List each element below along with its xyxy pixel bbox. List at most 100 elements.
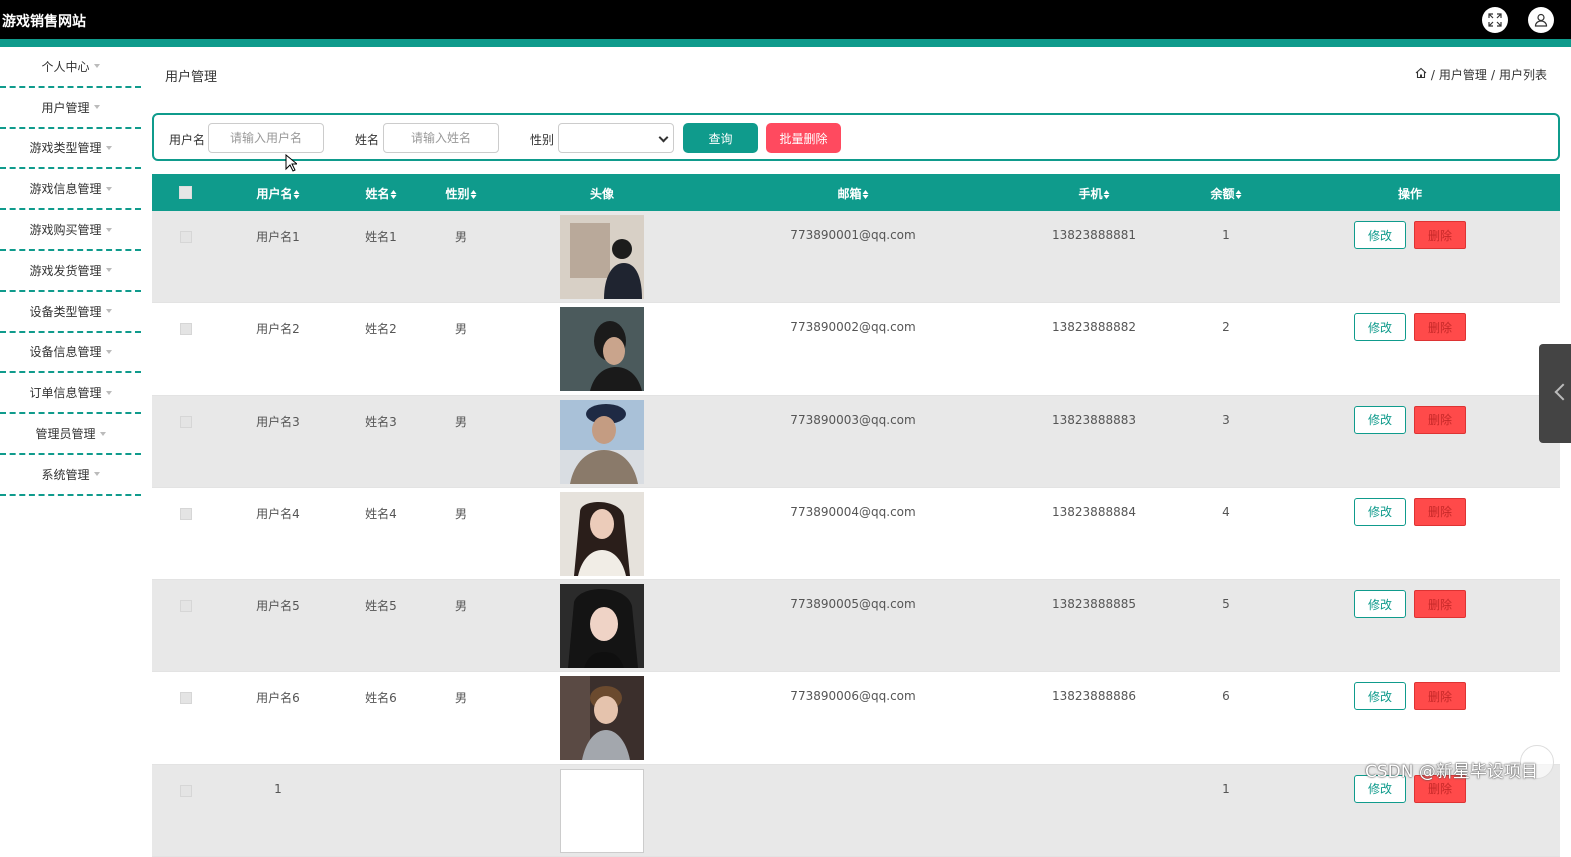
cell-name: 姓名4 bbox=[365, 506, 397, 521]
cell-username: 用户名3 bbox=[256, 414, 300, 429]
edit-button[interactable]: 修改 bbox=[1354, 682, 1406, 711]
edit-button[interactable]: 修改 bbox=[1354, 590, 1406, 619]
sidebar-item-device-info-management[interactable]: 设备信息管理 bbox=[0, 333, 141, 374]
sidebar-item-admin-management[interactable]: 管理员管理 bbox=[0, 414, 141, 455]
column-header-gender[interactable]: 性别 bbox=[445, 185, 477, 202]
select-all-checkbox[interactable] bbox=[179, 186, 192, 199]
row-checkbox[interactable] bbox=[180, 507, 192, 520]
cell-phone: 13823888881 bbox=[1052, 228, 1136, 242]
sidebar-item-label: 游戏购买管理 bbox=[29, 223, 102, 238]
batch-delete-button[interactable]: 批量删除 bbox=[766, 123, 841, 153]
breadcrumb-item[interactable]: 用户管理 bbox=[1439, 66, 1487, 83]
edit-button[interactable]: 修改 bbox=[1354, 313, 1406, 342]
cell-balance: 2 bbox=[1222, 320, 1230, 335]
cell-username: 用户名6 bbox=[256, 691, 300, 706]
sidebar-item-system-management[interactable]: 系统管理 bbox=[0, 455, 141, 496]
table-row: 用户名6 姓名6 男 773890006@qq.com 13823888886 … bbox=[152, 672, 1560, 765]
row-checkbox[interactable] bbox=[180, 415, 192, 428]
table-header: 用户名 姓名 性别 头像 邮箱 手机 余额 操作 bbox=[152, 174, 1560, 211]
chevron-down-icon bbox=[658, 132, 669, 143]
cell-name: 姓名3 bbox=[365, 414, 397, 429]
cell-name: 姓名6 bbox=[365, 691, 397, 706]
fullscreen-icon[interactable] bbox=[1482, 7, 1508, 33]
delete-button[interactable]: 删除 bbox=[1414, 682, 1466, 711]
name-label: 姓名 bbox=[355, 133, 380, 147]
cell-gender: 男 bbox=[454, 599, 468, 614]
row-checkbox[interactable] bbox=[180, 323, 192, 336]
sort-icon bbox=[862, 190, 869, 199]
column-header-label: 余额 bbox=[1210, 187, 1235, 201]
delete-button[interactable]: 删除 bbox=[1414, 221, 1466, 249]
query-button[interactable]: 查询 bbox=[683, 123, 758, 153]
sidebar-item-label: 管理员管理 bbox=[35, 427, 96, 442]
cell-phone: 13823888882 bbox=[1052, 320, 1136, 335]
page-title: 用户管理 bbox=[165, 70, 218, 85]
name-input[interactable] bbox=[383, 123, 499, 153]
cell-phone: 13823888885 bbox=[1052, 597, 1136, 612]
delete-button[interactable]: 删除 bbox=[1414, 313, 1466, 342]
username-input[interactable] bbox=[208, 123, 324, 153]
row-checkbox[interactable] bbox=[180, 231, 192, 243]
delete-button[interactable]: 删除 bbox=[1414, 405, 1466, 434]
column-header-balance[interactable]: 余额 bbox=[1210, 185, 1242, 202]
row-checkbox[interactable] bbox=[180, 692, 192, 705]
avatar bbox=[560, 399, 644, 484]
column-header-username[interactable]: 用户名 bbox=[256, 185, 300, 202]
sidebar-item-label: 订单信息管理 bbox=[29, 386, 102, 401]
caret-down-icon bbox=[105, 145, 112, 150]
sidebar: 个人中心 用户管理 游戏类型管理 游戏信息管理 游戏购买管理 游戏发货管理 设备… bbox=[0, 47, 141, 496]
row-checkbox[interactable] bbox=[180, 600, 192, 613]
caret-down-icon bbox=[93, 105, 100, 110]
caret-down-icon bbox=[105, 349, 112, 354]
edit-button[interactable]: 修改 bbox=[1354, 405, 1406, 434]
sidebar-item-device-type-management[interactable]: 设备类型管理 bbox=[0, 292, 141, 333]
cell-balance: 4 bbox=[1222, 504, 1230, 519]
accent-bar bbox=[0, 39, 1571, 47]
delete-button[interactable]: 删除 bbox=[1414, 497, 1466, 526]
edit-button[interactable]: 修改 bbox=[1354, 497, 1406, 526]
sidebar-item-game-type-management[interactable]: 游戏类型管理 bbox=[0, 129, 141, 170]
cell-email: 773890001@qq.com bbox=[790, 228, 916, 242]
cell-username: 用户名4 bbox=[256, 506, 300, 521]
edit-button[interactable]: 修改 bbox=[1354, 221, 1406, 249]
cell-email: 773890002@qq.com bbox=[790, 320, 916, 335]
sidebar-item-game-info-management[interactable]: 游戏信息管理 bbox=[0, 169, 141, 211]
gender-label: 性别 bbox=[530, 133, 555, 147]
chevron-left-icon bbox=[1554, 383, 1571, 401]
breadcrumb-separator: / bbox=[1490, 67, 1495, 82]
breadcrumb-separator: / bbox=[1430, 67, 1435, 82]
sidebar-item-label: 游戏类型管理 bbox=[29, 141, 102, 156]
cell-name: 姓名2 bbox=[365, 322, 397, 337]
gender-select[interactable] bbox=[558, 123, 674, 153]
search-form: 用户名 姓名 性别 查询 批量删除 bbox=[152, 113, 1560, 161]
sidebar-item-order-info-management[interactable]: 订单信息管理 bbox=[0, 373, 141, 415]
home-icon[interactable] bbox=[1415, 67, 1427, 82]
table-row: 1 1 修改 删除 bbox=[152, 764, 1560, 857]
column-header-phone[interactable]: 手机 bbox=[1078, 185, 1110, 202]
breadcrumb: / 用户管理 / 用户列表 bbox=[1415, 66, 1547, 83]
cell-email: 773890005@qq.com bbox=[790, 597, 916, 612]
sidebar-item-user-management[interactable]: 用户管理 bbox=[0, 88, 141, 129]
user-icon[interactable] bbox=[1528, 7, 1554, 33]
avatar bbox=[560, 215, 644, 299]
side-drawer-toggle[interactable] bbox=[1539, 344, 1571, 443]
cell-balance: 6 bbox=[1222, 689, 1230, 704]
sidebar-item-game-purchase-management[interactable]: 游戏购买管理 bbox=[0, 210, 141, 251]
cell-name: 姓名5 bbox=[365, 599, 397, 614]
cell-email: 773890004@qq.com bbox=[790, 504, 916, 519]
column-header-email[interactable]: 邮箱 bbox=[837, 185, 869, 202]
caret-down-icon bbox=[99, 431, 106, 436]
sort-icon bbox=[1103, 190, 1110, 199]
cell-gender: 男 bbox=[454, 230, 468, 244]
delete-button[interactable]: 删除 bbox=[1414, 590, 1466, 619]
table-row: 用户名5 姓名5 男 773890005@qq.com 13823888885 … bbox=[152, 580, 1560, 673]
cell-username: 用户名5 bbox=[256, 599, 300, 614]
column-header-name[interactable]: 姓名 bbox=[365, 185, 397, 202]
sort-icon bbox=[390, 190, 397, 199]
sidebar-item-game-shipping-management[interactable]: 游戏发货管理 bbox=[0, 251, 141, 292]
sort-icon bbox=[293, 190, 300, 199]
avatar bbox=[560, 491, 644, 576]
column-header-label: 用户名 bbox=[256, 187, 293, 201]
cell-phone: 13823888886 bbox=[1052, 689, 1136, 704]
sidebar-item-personal-center[interactable]: 个人中心 bbox=[0, 47, 141, 88]
